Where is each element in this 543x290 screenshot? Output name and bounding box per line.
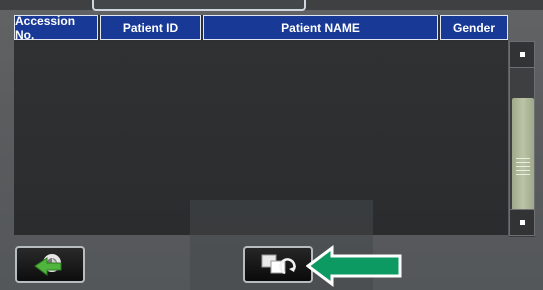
scroll-down-icon xyxy=(520,220,525,225)
back-button[interactable] xyxy=(15,246,85,283)
grip-line xyxy=(516,170,530,171)
grip-line xyxy=(516,162,530,163)
green-arrow-icon xyxy=(306,245,402,287)
scroll-down-button[interactable] xyxy=(509,209,535,236)
grip-line xyxy=(516,166,530,167)
scroll-up-icon xyxy=(520,52,525,57)
scroll-up-button[interactable] xyxy=(509,41,535,68)
vertical-scrollbar[interactable] xyxy=(509,41,535,237)
column-header-accession-no[interactable]: Accession No. xyxy=(14,14,98,42)
scroll-track[interactable] xyxy=(509,68,535,236)
column-header-patient-name[interactable]: Patient NAME xyxy=(203,15,438,40)
screen: Accession No. Patient ID Patient NAME Ge… xyxy=(0,0,543,290)
refresh-swap-icon xyxy=(261,254,296,275)
column-header-gender[interactable]: Gender xyxy=(440,15,508,40)
grip-line xyxy=(516,174,530,175)
top-tab-outline xyxy=(92,0,306,11)
back-arrow-icon xyxy=(34,254,62,276)
swap-button[interactable] xyxy=(243,246,313,283)
column-header-patient-id[interactable]: Patient ID xyxy=(100,15,201,40)
grip-line xyxy=(516,158,530,159)
table-header-row: Accession No. Patient ID Patient NAME Ge… xyxy=(14,14,508,42)
